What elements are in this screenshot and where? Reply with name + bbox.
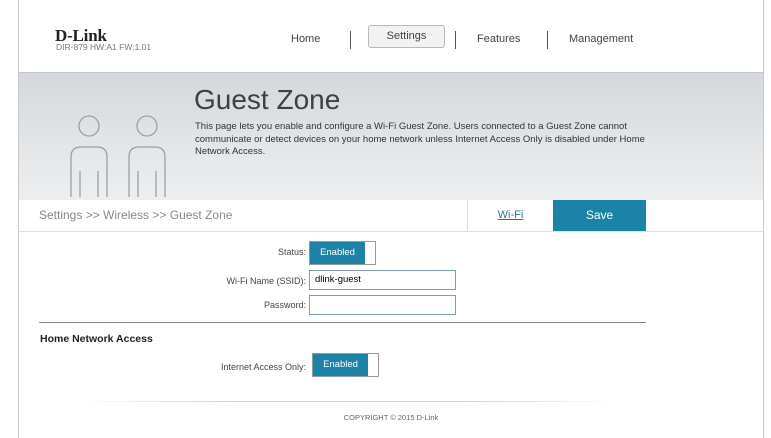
nav-settings[interactable]: Settings <box>368 25 445 48</box>
nav-separator <box>350 31 351 49</box>
internet-only-label: Internet Access Only: <box>220 362 306 372</box>
hero-banner: Guest Zone This page lets you enable and… <box>19 72 763 201</box>
page-title: Guest Zone <box>194 84 341 115</box>
top-header: D-Link DIR-879 HW:A1 FW:1.01 Home Settin… <box>19 0 763 72</box>
nav-home[interactable]: Home <box>291 33 320 45</box>
internet-only-toggle[interactable]: Enabled <box>312 353 379 377</box>
breadcrumb: Settings >> Wireless >> Guest Zone <box>39 208 233 222</box>
wifi-link[interactable]: Wi-Fi <box>467 200 553 231</box>
password-label: Password: <box>263 300 306 310</box>
status-label: Status: <box>277 247 306 257</box>
internet-only-toggle-value: Enabled <box>313 354 368 376</box>
model-info: DIR-879 HW:A1 FW:1.01 <box>56 42 152 52</box>
two-people-icon <box>70 115 166 197</box>
section-divider <box>39 322 646 323</box>
router-admin-page: D-Link DIR-879 HW:A1 FW:1.01 Home Settin… <box>18 0 764 438</box>
footer-divider <box>79 401 619 402</box>
password-input[interactable] <box>309 295 456 315</box>
save-button[interactable]: Save <box>553 200 646 231</box>
ssid-label: Wi-Fi Name (SSID): <box>226 276 307 286</box>
page-description: This page lets you enable and configure … <box>195 121 645 157</box>
nav-separator <box>455 31 456 49</box>
copyright: COPYRIGHT © 2015 D-Link <box>343 413 439 422</box>
nav-separator <box>547 31 548 49</box>
breadcrumb-bar: Settings >> Wireless >> Guest Zone Wi-Fi… <box>19 200 763 232</box>
nav-features[interactable]: Features <box>477 33 520 45</box>
home-network-access-heading: Home Network Access <box>40 333 153 345</box>
ssid-input[interactable]: dlink-guest <box>309 270 456 290</box>
status-toggle-value: Enabled <box>310 242 365 264</box>
nav-management[interactable]: Management <box>569 33 633 45</box>
status-toggle[interactable]: Enabled <box>309 241 376 265</box>
